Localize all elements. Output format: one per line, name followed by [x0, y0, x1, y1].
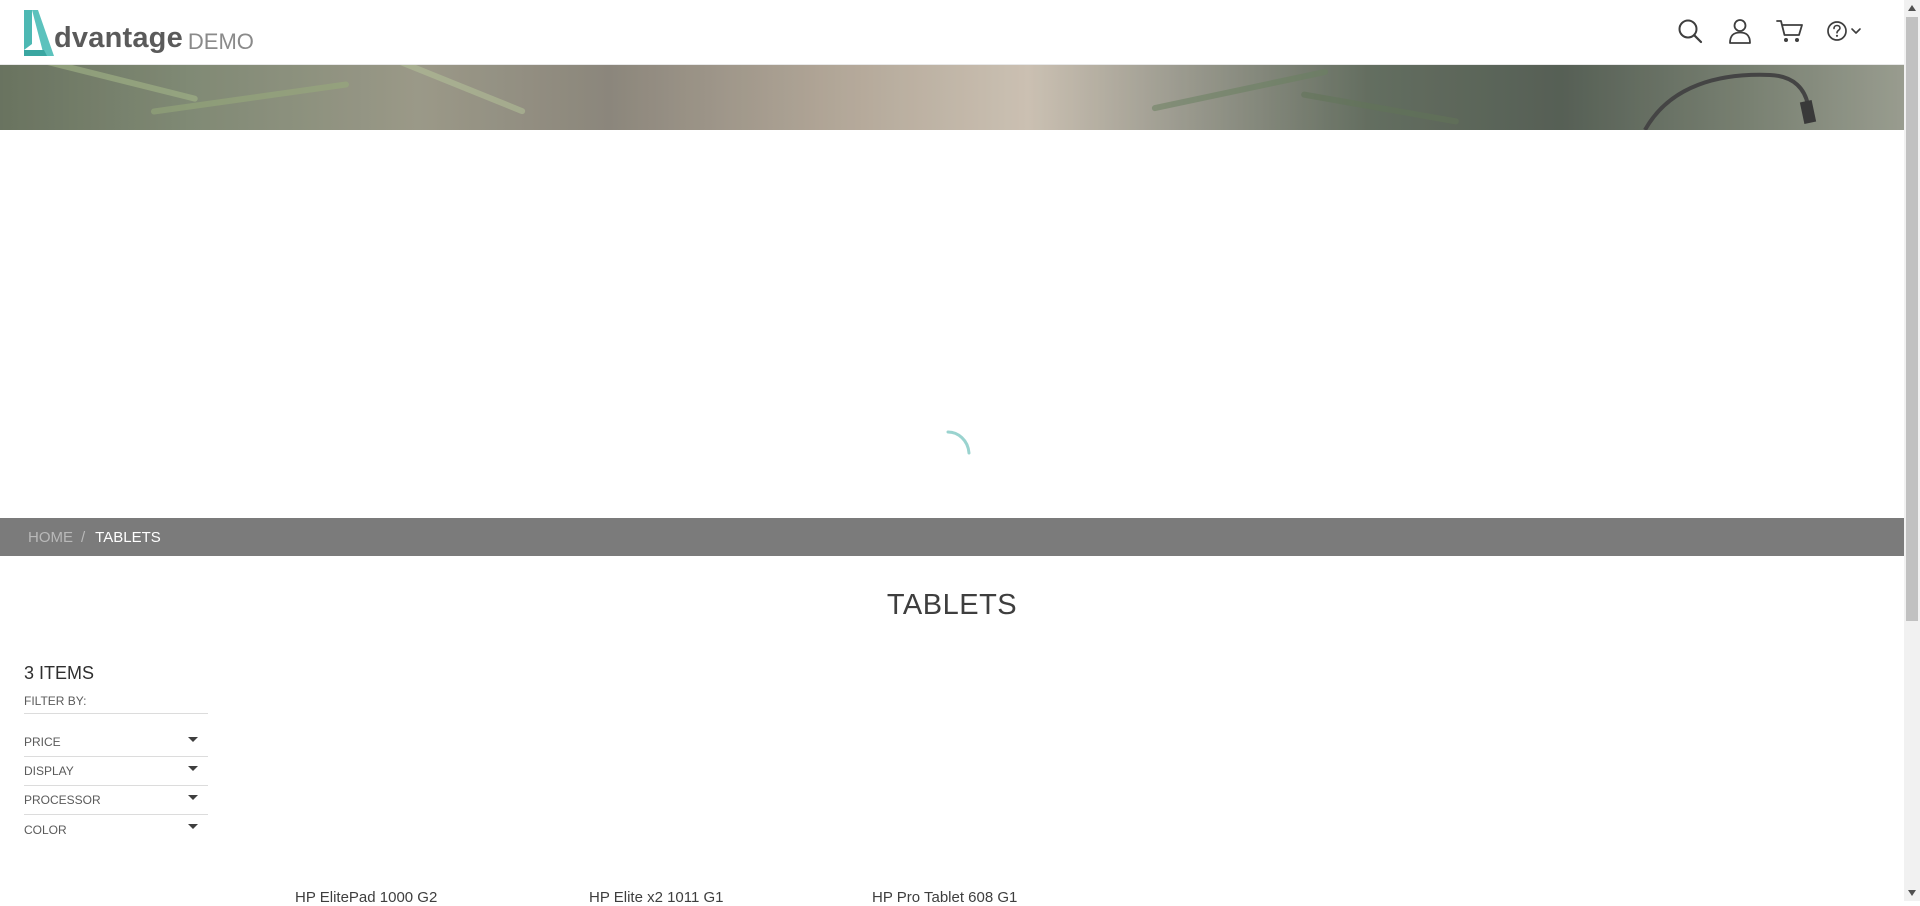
divider	[24, 713, 208, 714]
banner-overlay	[0, 65, 1904, 130]
cart-icon	[1776, 20, 1803, 42]
help-icon	[1827, 21, 1847, 41]
caret-down-icon	[188, 794, 198, 800]
header-actions	[1676, 17, 1866, 45]
scrollbar-thumb[interactable]	[1906, 17, 1918, 621]
items-count: 3 ITEMS	[24, 663, 95, 683]
advantage-logo[interactable]: dvantage DEMO	[22, 10, 254, 56]
breadcrumb: HOME / TABLETS	[0, 518, 1904, 556]
logo-text: dvantage	[54, 22, 183, 54]
filter-label: COLOR	[24, 822, 67, 837]
search-icon	[1678, 19, 1703, 44]
chevron-down-icon	[1851, 28, 1861, 34]
search-button[interactable]	[1676, 17, 1704, 45]
arrow-up-icon	[1908, 5, 1916, 11]
product-link-elitepad-1000-g2[interactable]: HP ElitePad 1000 G2	[295, 889, 437, 906]
help-menu-button[interactable]	[1826, 20, 1866, 42]
filter-processor[interactable]: PROCESSOR	[24, 786, 208, 815]
logo-demo-text: DEMO	[187, 29, 254, 54]
breadcrumb-current: TABLETS	[95, 528, 161, 546]
product-link-elite-x2-1011-g1[interactable]: HP Elite x2 1011 G1	[589, 889, 724, 906]
filter-display[interactable]: DISPLAY	[24, 757, 208, 786]
scroll-up-arrow[interactable]	[1904, 0, 1920, 16]
user-icon	[1729, 19, 1751, 44]
caret-down-icon	[188, 824, 198, 829]
filter-by-label: FILTER BY:	[24, 694, 87, 708]
breadcrumb-home-link[interactable]: HOME	[28, 529, 73, 546]
top-navigation-bar: dvantage DEMO	[0, 0, 1904, 65]
page-title: TABLETS	[886, 589, 1018, 621]
shopping-cart-button[interactable]	[1776, 17, 1804, 45]
loading-spinner-icon	[946, 430, 971, 455]
filter-list: PRICE DISPLAY PROCESSOR COLOR	[24, 728, 208, 844]
product-link-pro-tablet-608-g1[interactable]: HP Pro Tablet 608 G1	[872, 889, 1017, 906]
caret-down-icon	[188, 736, 198, 742]
caret-down-icon	[188, 765, 198, 771]
filter-color[interactable]: COLOR	[24, 815, 208, 844]
arrow-down-icon	[1908, 890, 1916, 896]
category-hero-banner	[0, 65, 1904, 130]
breadcrumb-separator: /	[81, 528, 86, 546]
logo-a-mark-icon	[24, 10, 54, 56]
user-account-button[interactable]	[1726, 17, 1754, 45]
filter-label: DISPLAY	[24, 764, 74, 778]
vertical-scrollbar[interactable]	[1904, 0, 1920, 901]
filter-label: PRICE	[24, 735, 61, 749]
filter-price[interactable]: PRICE	[24, 728, 208, 757]
filter-label: PROCESSOR	[24, 793, 101, 807]
scroll-down-arrow[interactable]	[1904, 885, 1920, 901]
